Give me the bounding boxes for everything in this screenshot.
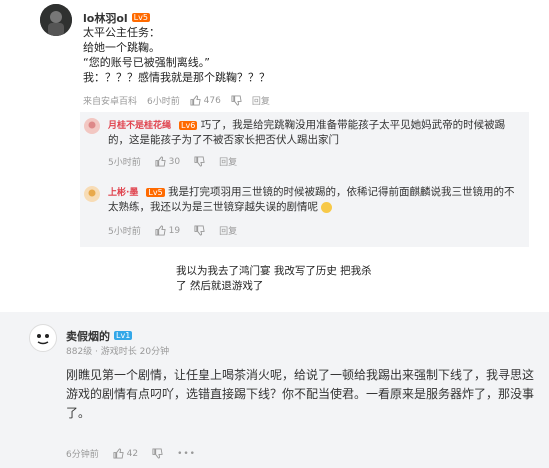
comment-meta: 来自安卓百科 6小时前 476 回复 xyxy=(83,94,270,107)
avatar[interactable] xyxy=(40,4,72,36)
like-button[interactable]: 30 xyxy=(155,156,180,167)
reply-username[interactable]: 月桂不是桂花绳 xyxy=(108,121,171,131)
reply-text: 我是打完项羽用三世镜的时候被踢的，依稀记得前面麒麟说我三世镜用的不太熟练，我还以… xyxy=(108,186,515,213)
avatar-image xyxy=(84,186,100,202)
reply-meta: 5小时前 30 回复 xyxy=(108,155,237,168)
level-badge: Lv1 xyxy=(114,331,133,340)
reply-item: 上彬·墨 Lv5 我是打完项羽用三世镜的时候被踢的，依稀记得前面麒麟说我三世镜用的… xyxy=(108,185,522,214)
avatar[interactable] xyxy=(29,324,57,352)
avatar-image xyxy=(31,326,55,350)
like-count: 19 xyxy=(168,226,181,236)
timestamp: 5小时前 xyxy=(108,227,141,237)
thumbs-down-icon xyxy=(194,225,205,236)
dislike-button[interactable] xyxy=(194,225,205,236)
user-stats: 882级 · 游戏时长 20分钟 xyxy=(66,347,170,357)
reply-button[interactable]: 回复 xyxy=(252,94,270,107)
like-button[interactable]: 19 xyxy=(155,225,180,236)
reply-avatar[interactable] xyxy=(84,118,100,134)
timestamp: 5小时前 xyxy=(108,158,141,168)
level-badge: Lv5 xyxy=(146,187,165,197)
thumbs-up-icon xyxy=(155,156,166,167)
thumbs-up-icon xyxy=(113,448,124,459)
like-count: 476 xyxy=(203,96,221,106)
reply-button[interactable]: 回复 xyxy=(219,224,237,237)
source-label: 来自安卓百科 xyxy=(83,97,138,107)
caption-text: 我以为我去了鸿门宴 我改写了历史 把我杀 了 然后就退游戏了 xyxy=(176,265,372,292)
comment-text: 刚瞧见第一个剧情，让任皇上喝茶消火呢，给说了一顿给我踢出来强制下线了，我寻思这游… xyxy=(66,368,535,420)
comment-header: lo林羽ol Lv5 xyxy=(83,7,150,26)
like-button[interactable]: 476 xyxy=(190,95,221,106)
like-button[interactable]: 42 xyxy=(113,448,138,459)
dislike-button[interactable] xyxy=(194,156,205,167)
like-count: 42 xyxy=(126,449,139,459)
comment-text: 太平公主任务： 给她一个跳鞠。 “您的账号已被强制离线。” 我：？？？感情我就是… xyxy=(83,26,270,84)
thumbs-up-icon xyxy=(190,95,201,106)
emoji-icon xyxy=(321,201,333,213)
timestamp: 6小时前 xyxy=(147,97,180,107)
level-badge: Lv6 xyxy=(179,120,198,130)
dislike-button[interactable] xyxy=(231,95,242,106)
more-options-icon[interactable]: ••• xyxy=(177,449,196,459)
thumbs-down-icon xyxy=(231,95,242,106)
comment-header: 卖假烟的 Lv1 xyxy=(66,325,133,344)
username[interactable]: lo林羽ol xyxy=(83,12,128,25)
reply-meta: 5小时前 19 回复 xyxy=(108,224,237,237)
username[interactable]: 卖假烟的 xyxy=(66,330,110,343)
thumbs-down-icon xyxy=(194,156,205,167)
like-count: 30 xyxy=(168,157,181,167)
avatar-image xyxy=(84,118,100,134)
thumbs-down-icon xyxy=(152,448,163,459)
avatar-image xyxy=(40,4,72,36)
reply-button[interactable]: 回复 xyxy=(219,155,237,168)
timestamp: 6分钟前 xyxy=(66,450,99,460)
dislike-button[interactable] xyxy=(152,448,163,459)
thumbs-up-icon xyxy=(155,225,166,236)
reply-avatar[interactable] xyxy=(84,186,100,202)
comment-meta: 6分钟前 42 ••• xyxy=(66,447,196,460)
reply-item: 月桂不是桂花绳 Lv6 巧了，我是给完跳鞠没用准备带能孩子太平见她妈武帝的时候被踢… xyxy=(108,118,522,147)
reply-username[interactable]: 上彬·墨 xyxy=(108,188,138,198)
level-badge: Lv5 xyxy=(131,13,150,22)
